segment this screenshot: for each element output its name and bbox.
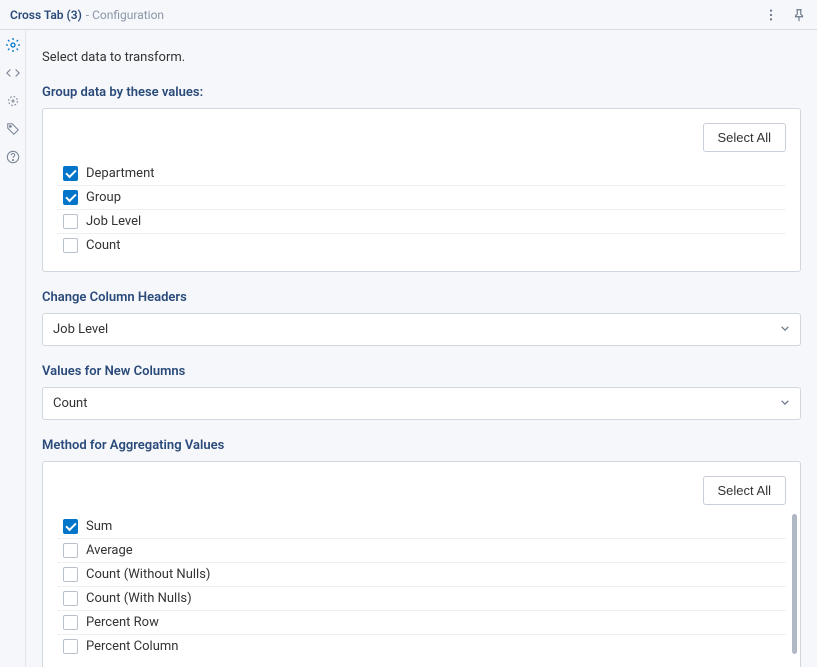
list-item[interactable]: Count (Without Nulls)	[57, 563, 786, 587]
list-item[interactable]: Group	[57, 186, 786, 210]
tool-title: Cross Tab (3)	[10, 8, 82, 22]
checkbox[interactable]	[63, 639, 78, 654]
checkbox-label: Count (Without Nulls)	[86, 567, 210, 582]
scrollbar[interactable]	[792, 514, 797, 654]
tag-icon[interactable]	[4, 120, 22, 138]
values-new-select[interactable]: Count	[42, 387, 801, 420]
change-headers-select[interactable]: Job Level	[42, 313, 801, 346]
checkbox-label: Department	[86, 166, 155, 181]
agg-panel-header: Select All	[43, 462, 800, 515]
list-item[interactable]: Count	[57, 234, 786, 257]
chevron-down-icon	[780, 322, 790, 337]
checkbox-label: Average	[86, 543, 133, 558]
header-left: Cross Tab (3) - Configuration	[10, 8, 164, 22]
agg-checkbox-list: Sum Average Count (Without Nulls) Count …	[43, 515, 800, 667]
checkbox[interactable]	[63, 214, 78, 229]
agg-section-label: Method for Aggregating Values	[42, 438, 801, 453]
checkbox[interactable]	[63, 166, 78, 181]
checkbox[interactable]	[63, 615, 78, 630]
group-panel-header: Select All	[43, 109, 800, 162]
help-icon[interactable]	[4, 148, 22, 166]
checkbox[interactable]	[63, 519, 78, 534]
select-value: Job Level	[43, 314, 800, 345]
list-item[interactable]: Percent Column	[57, 635, 786, 658]
checkbox[interactable]	[63, 591, 78, 606]
list-item[interactable]: Percent Row	[57, 611, 786, 635]
sidebar	[0, 30, 26, 667]
body: Select data to transform. Group data by …	[0, 30, 817, 667]
pin-icon[interactable]	[791, 7, 807, 23]
header-right	[763, 7, 807, 23]
list-item[interactable]: Sum	[57, 515, 786, 539]
code-icon[interactable]	[4, 64, 22, 82]
values-new-label: Values for New Columns	[42, 364, 801, 379]
intro-text: Select data to transform.	[42, 46, 801, 65]
checkbox-label: Job Level	[86, 214, 141, 229]
group-section-label: Group data by these values:	[42, 85, 801, 100]
tool-subtitle: - Configuration	[86, 8, 164, 22]
agg-panel: Select All Sum Average Count (Without Nu…	[42, 461, 801, 667]
gear-icon[interactable]	[4, 36, 22, 54]
checkbox-label: Sum	[86, 519, 112, 534]
target-icon[interactable]	[4, 92, 22, 110]
checkbox-label: Count	[86, 238, 120, 253]
list-item[interactable]: Job Level	[57, 210, 786, 234]
chevron-down-icon	[780, 396, 790, 411]
list-item[interactable]: Department	[57, 162, 786, 186]
checkbox[interactable]	[63, 238, 78, 253]
agg-select-all-button[interactable]: Select All	[703, 476, 786, 505]
group-select-all-button[interactable]: Select All	[703, 123, 786, 152]
checkbox[interactable]	[63, 190, 78, 205]
config-header: Cross Tab (3) - Configuration	[0, 0, 817, 30]
change-headers-label: Change Column Headers	[42, 290, 801, 305]
checkbox-label: Percent Column	[86, 639, 178, 654]
checkbox-label: Group	[86, 190, 121, 205]
list-item[interactable]: Average	[57, 539, 786, 563]
main-content: Select data to transform. Group data by …	[26, 30, 817, 667]
group-checkbox-list: Department Group Job Level Count	[43, 162, 800, 271]
list-item[interactable]: Count (With Nulls)	[57, 587, 786, 611]
group-panel: Select All Department Group Job Level C	[42, 108, 801, 272]
checkbox[interactable]	[63, 543, 78, 558]
more-icon[interactable]	[763, 7, 779, 23]
checkbox-label: Count (With Nulls)	[86, 591, 192, 606]
checkbox[interactable]	[63, 567, 78, 582]
checkbox-label: Percent Row	[86, 615, 159, 630]
select-value: Count	[43, 388, 800, 419]
